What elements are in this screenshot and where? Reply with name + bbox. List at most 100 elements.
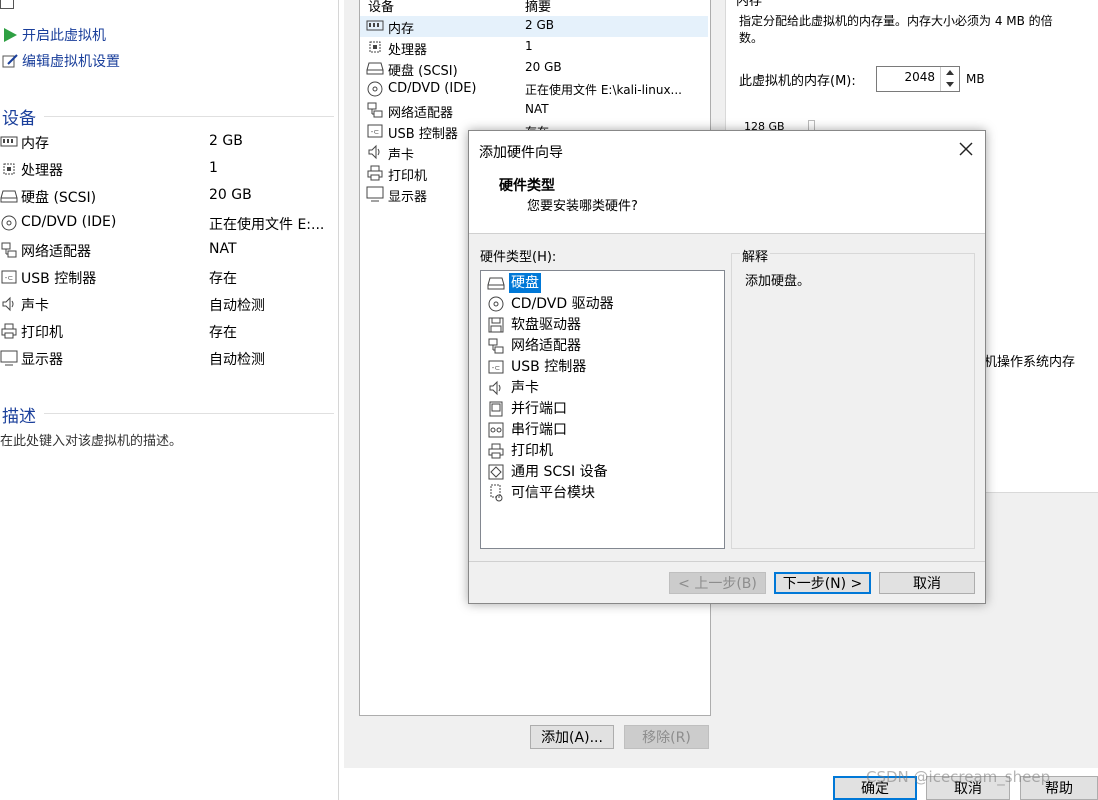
column-header-device[interactable]: 设备 xyxy=(368,0,394,15)
device-row-usb[interactable]: -⊂ USB 控制器 存在 xyxy=(0,266,338,290)
device-name: USB 控制器 xyxy=(21,271,97,287)
hw-item-label: 通用 SCSI 设备 xyxy=(511,464,608,480)
back-button[interactable]: < 上一步(B) xyxy=(669,572,766,594)
column-header-summary[interactable]: 摘要 xyxy=(525,0,551,15)
spin-down-icon[interactable] xyxy=(946,82,954,87)
memory-spin-buttons[interactable] xyxy=(940,67,959,91)
device-value: 存在 xyxy=(209,325,237,341)
devices-divider xyxy=(44,116,334,117)
hard-disk-icon xyxy=(0,187,18,205)
add-hardware-button[interactable]: 添加(A)... xyxy=(530,725,614,749)
power-on-vm-link[interactable]: 开启此虚拟机 xyxy=(0,24,106,46)
memory-size-spinbox[interactable]: 2048 xyxy=(876,66,960,92)
usb-icon: -⊂ xyxy=(366,122,384,140)
sound-icon xyxy=(366,143,384,161)
network-adapter-icon xyxy=(366,101,384,119)
processor-icon xyxy=(366,38,384,56)
memory-size-value: 2048 xyxy=(904,70,935,84)
device-name: USB 控制器 xyxy=(388,127,458,142)
edit-vm-settings-label: 编辑虚拟机设置 xyxy=(22,54,120,70)
usb-icon: -⊂ xyxy=(0,268,18,286)
memory-group-title: 内存 xyxy=(736,0,763,9)
hard-disk-icon xyxy=(366,59,384,77)
svg-text:-⊂: -⊂ xyxy=(492,364,500,372)
device-row-hard-disk[interactable]: 硬盘 (SCSI) 20 GB xyxy=(0,185,338,209)
tpm-icon xyxy=(487,484,505,502)
device-name: 显示器 xyxy=(388,190,428,205)
serial-port-icon xyxy=(487,421,505,439)
settings-device-hard-disk[interactable]: 硬盘 (SCSI) 20 GB xyxy=(360,58,708,79)
memory-icon xyxy=(366,17,384,35)
hw-item-label: 软盘驱动器 xyxy=(511,317,581,333)
memory-description: 指定分配给此虚拟机的内存量。内存大小必须为 4 MB 的倍数。 xyxy=(739,14,1053,45)
remove-hardware-button[interactable]: 移除(R) xyxy=(624,725,709,749)
settings-device-network-adapter[interactable]: 网络适配器 NAT xyxy=(360,100,708,121)
device-name: 网络适配器 xyxy=(21,244,91,260)
watermark: CSDN @icecream_sheep xyxy=(866,768,1051,786)
cd-dvd-icon xyxy=(487,295,505,313)
display-icon xyxy=(0,349,18,367)
device-row-network-adapter[interactable]: 网络适配器 NAT xyxy=(0,239,338,263)
device-name: 打印机 xyxy=(21,325,63,341)
window-icon xyxy=(0,0,14,9)
explanation-group: 解释 添加硬盘。 xyxy=(731,246,975,549)
sound-icon xyxy=(0,295,18,313)
printer-icon xyxy=(366,164,384,182)
settings-device-memory[interactable]: 内存 2 GB xyxy=(360,16,708,37)
device-value: 1 xyxy=(209,160,218,176)
power-on-vm-label: 开启此虚拟机 xyxy=(22,28,106,44)
hw-item-label: 打印机 xyxy=(511,443,553,459)
explanation-title: 解释 xyxy=(740,246,771,265)
device-row-cd-dvd[interactable]: CD/DVD (IDE) 正在使用文件 E:... xyxy=(0,212,338,236)
device-row-processor[interactable]: 处理器 1 xyxy=(0,158,338,182)
device-name: 处理器 xyxy=(388,43,428,58)
wizard-subheading: 您要安装哪类硬件? xyxy=(527,199,638,214)
hw-item-label: USB 控制器 xyxy=(511,359,587,375)
device-value: 20 GB xyxy=(209,187,252,203)
settings-device-processor[interactable]: 处理器 1 xyxy=(360,37,708,58)
vm-summary-pane: 开启此虚拟机 编辑虚拟机设置 设备 内存 2 GB 处理器 1 硬盘 (SCSI… xyxy=(0,0,339,800)
device-value: 存在 xyxy=(209,271,237,287)
device-value: 正在使用文件 E:... xyxy=(209,217,325,233)
memory-unit-label: MB xyxy=(966,72,985,86)
cd-dvd-icon xyxy=(0,214,18,232)
explanation-text: 添加硬盘。 xyxy=(745,274,811,289)
cd-dvd-icon xyxy=(366,80,384,98)
hard-disk-icon xyxy=(487,274,505,292)
hw-item-label: 并行端口 xyxy=(511,401,567,417)
svg-text:-⊂: -⊂ xyxy=(371,128,379,136)
device-value: NAT xyxy=(209,241,237,257)
memory-icon xyxy=(0,133,18,151)
device-row-memory[interactable]: 内存 2 GB xyxy=(0,131,338,155)
next-button[interactable]: 下一步(N) > xyxy=(774,572,871,594)
device-name: 处理器 xyxy=(21,163,63,179)
settings-device-cd-dvd[interactable]: CD/DVD (IDE) 正在使用文件 E:\kali-linux... xyxy=(360,79,708,100)
description-section-title: 描述 xyxy=(2,407,36,427)
network-adapter-icon xyxy=(0,241,18,259)
sound-icon xyxy=(487,379,505,397)
hardware-type-list[interactable]: 硬盘 CD/DVD 驱动器 软盘驱动器 网络适配器 -⊂ USB 控制器 声卡 … xyxy=(480,270,725,549)
add-hardware-wizard-dialog: 添加硬件向导 硬件类型 您要安装哪类硬件? 硬件类型(H): 硬盘 CD/DVD… xyxy=(468,130,986,604)
description-text[interactable]: 在此处键入对该虚拟机的描述。 xyxy=(0,430,182,449)
play-icon xyxy=(0,25,20,45)
device-value: NAT xyxy=(525,102,549,116)
device-row-printer[interactable]: 打印机 存在 xyxy=(0,320,338,344)
devices-section-title: 设备 xyxy=(2,109,36,129)
dialog-title: 添加硬件向导 xyxy=(479,145,563,161)
edit-vm-settings-link[interactable]: 编辑虚拟机设置 xyxy=(0,50,120,72)
spin-up-icon[interactable] xyxy=(946,70,954,75)
device-row-sound[interactable]: 声卡 自动检测 xyxy=(0,293,338,317)
close-icon[interactable] xyxy=(957,140,975,158)
hw-item-label: 硬盘 xyxy=(509,273,541,293)
device-name: 内存 xyxy=(388,22,415,37)
svg-text:-⊂: -⊂ xyxy=(5,274,13,282)
device-name: 声卡 xyxy=(21,298,49,314)
wizard-cancel-button[interactable]: 取消 xyxy=(879,572,975,594)
wizard-heading: 硬件类型 xyxy=(499,178,555,194)
device-name: 硬盘 (SCSI) xyxy=(388,64,458,79)
printer-icon xyxy=(487,442,505,460)
device-row-display[interactable]: 显示器 自动检测 xyxy=(0,347,338,371)
device-name: 打印机 xyxy=(388,169,428,184)
device-value: 2 GB xyxy=(209,133,243,149)
memory-hint-text: 机操作系统内存 xyxy=(984,355,1076,370)
